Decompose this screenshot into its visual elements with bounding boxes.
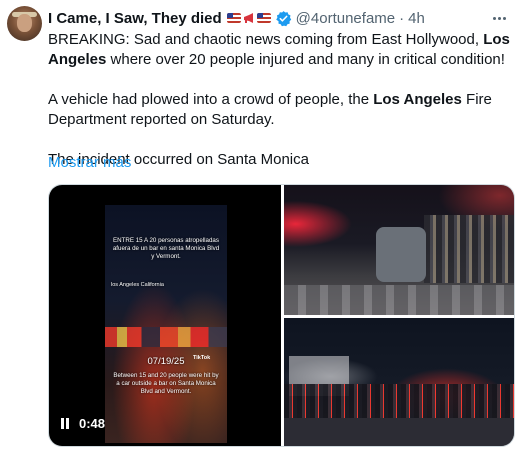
us-flag-icon (226, 13, 241, 23)
crosswalk (284, 285, 514, 315)
video-duration: 0:48 (79, 416, 106, 431)
us-flag-icon (256, 13, 271, 23)
tiktok-watermark: TikTok (193, 355, 211, 361)
road (284, 418, 514, 446)
timestamp[interactable]: 4h (408, 10, 425, 27)
video-caption-date: 07/19/25 (147, 356, 185, 367)
paragraph-1: BREAKING: Sad and chaotic news coming fr… (48, 31, 510, 68)
media-grid: ENTRE 15 A 20 personas atropelladas afue… (48, 184, 515, 447)
megaphone-icon (243, 12, 255, 24)
video-caption-english: Between 15 and 20 people were hit by a c… (113, 372, 219, 395)
video-caption-city: los Angeles California (111, 282, 164, 288)
tweet-text: BREAKING: Sad and chaotic news coming fr… (48, 30, 513, 170)
responders (284, 384, 514, 418)
video-caption-spanish: ENTRE 15 A 20 personas atropelladas afue… (112, 237, 220, 260)
photo-scene-emergency[interactable] (284, 318, 514, 446)
video-player[interactable]: ENTRE 15 A 20 personas atropelladas afue… (49, 185, 281, 446)
crowd (424, 215, 514, 283)
photo-scene-street[interactable] (284, 185, 514, 315)
car (376, 227, 426, 282)
verified-badge-icon (275, 10, 292, 27)
handle[interactable]: @4ortunefame (296, 10, 395, 27)
emergency-lights (105, 327, 227, 347)
separator-dot: · (399, 9, 405, 27)
avatar[interactable] (7, 6, 42, 41)
show-more-link[interactable]: Mostrar más (48, 154, 131, 171)
avatar-face (17, 14, 32, 32)
video-controls[interactable]: 0:48 (61, 416, 105, 431)
display-name[interactable]: I Came, I Saw, They died (48, 10, 222, 27)
pause-icon[interactable] (61, 418, 71, 429)
name-emojis (226, 12, 271, 24)
tweet-header: I Came, I Saw, They died @4ortunefame · … (48, 9, 425, 27)
video-thumbnail: ENTRE 15 A 20 personas atropelladas afue… (105, 205, 227, 443)
hashtag-link: Los Angeles (373, 91, 462, 108)
more-options-icon[interactable] (489, 10, 509, 26)
paragraph-2: A vehicle had plowed into a crowd of peo… (48, 91, 492, 128)
tweet[interactable]: I Came, I Saw, They died @4ortunefame · … (0, 0, 527, 455)
